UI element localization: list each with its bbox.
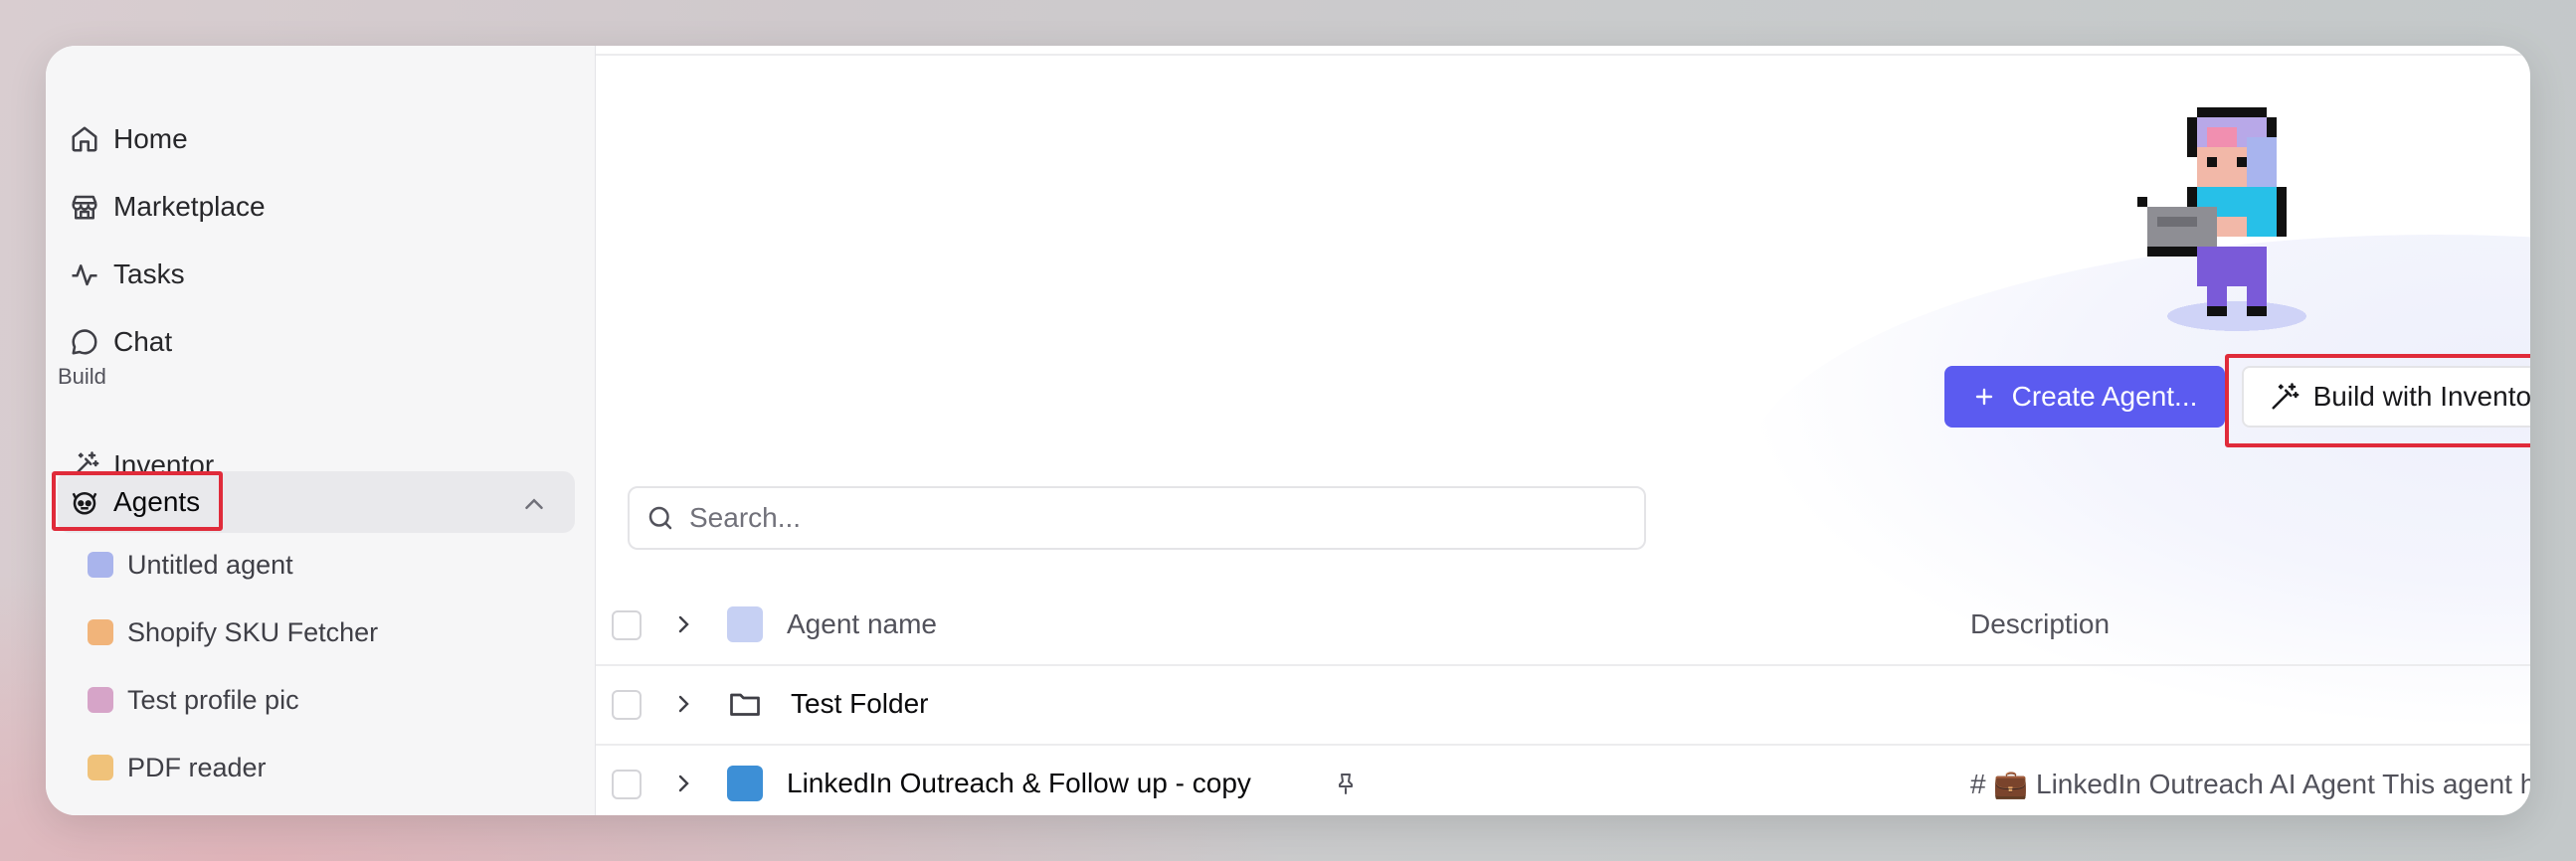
nav-agents-label: Agents (113, 486, 201, 517)
magic-wand-icon (2272, 383, 2299, 410)
column-header-agent-name[interactable]: Agent name (787, 608, 937, 640)
row-name[interactable]: Test Folder (791, 688, 929, 720)
sidebar-agent-test-profile-pic[interactable]: Test profile pic (88, 672, 299, 728)
create-agent-label: Create Agent... (2011, 381, 2198, 412)
chevron-up-icon[interactable] (519, 489, 549, 519)
chevron-right-icon[interactable] (671, 772, 695, 795)
select-all-checkbox[interactable] (612, 610, 642, 640)
nav-marketplace-label: Marketplace (113, 191, 266, 222)
main-content: Create Agent... Build with Inventor Agen… (596, 46, 2530, 815)
app-window: Home Marketplace Tasks Chat Build Invent… (46, 46, 2530, 815)
agent-avatar (88, 687, 113, 713)
table-row[interactable]: Test Folder (596, 666, 2530, 746)
pin-icon[interactable] (1334, 772, 1358, 795)
table-header: Agent name Description (596, 587, 2530, 666)
nav-marketplace[interactable]: Marketplace (58, 177, 575, 237)
section-label-build: Build (58, 364, 106, 389)
sidebar-agent-label: Test profile pic (127, 684, 299, 715)
chevron-right-icon[interactable] (671, 612, 695, 636)
sidebar-agent-label: Shopify SKU Fetcher (127, 616, 379, 647)
search-input[interactable] (689, 502, 1584, 534)
sidebar-agent-untitled[interactable]: Untitled agent (88, 537, 293, 593)
home-icon (72, 126, 97, 152)
nav-tasks-label: Tasks (113, 258, 185, 289)
chat-bubble-icon (72, 329, 97, 355)
row-name[interactable]: LinkedIn Outreach & Follow up - copy (787, 768, 1251, 799)
agent-avatar (727, 606, 763, 642)
agent-avatar (88, 619, 113, 645)
sidebar-agent-pdf-reader[interactable]: PDF reader (88, 740, 267, 795)
row-checkbox[interactable] (612, 770, 642, 799)
activity-icon (72, 264, 97, 286)
search-box[interactable] (628, 486, 1646, 550)
build-with-inventor-label: Build with Inventor (2312, 381, 2530, 412)
robot-head-icon (72, 492, 97, 515)
agent-avatar (727, 766, 763, 801)
table-row[interactable]: LinkedIn Outreach & Follow up - copy # 💼… (596, 746, 2530, 815)
divider (596, 54, 2530, 56)
nav-home[interactable]: Home (58, 109, 575, 169)
plus-icon (1975, 388, 1992, 406)
nav-agents[interactable]: Agents (58, 471, 575, 533)
sidebar-agent-label: PDF reader (127, 752, 267, 782)
pixel-mascot-illustration (2137, 107, 2306, 331)
folder-icon (730, 693, 760, 716)
agent-avatar (88, 552, 113, 578)
column-header-description[interactable]: Description (1970, 608, 2110, 640)
sidebar: Home Marketplace Tasks Chat Build Invent… (46, 46, 596, 815)
nav-tasks[interactable]: Tasks (58, 245, 575, 304)
search-icon (648, 506, 672, 530)
nav-chat[interactable]: Chat (58, 312, 575, 372)
row-checkbox[interactable] (612, 690, 642, 720)
sidebar-agent-label: Untitled agent (127, 549, 293, 580)
create-agent-button[interactable]: Create Agent... (1944, 366, 2225, 428)
nav-home-label: Home (113, 123, 188, 154)
nav-chat-label: Chat (113, 326, 173, 357)
store-icon (72, 195, 97, 220)
agent-avatar (88, 755, 113, 780)
row-description: # 💼 LinkedIn Outreach AI Agent This agen… (1970, 769, 2530, 799)
chevron-right-icon[interactable] (671, 692, 695, 716)
sidebar-agent-shopify-sku-fetcher[interactable]: Shopify SKU Fetcher (88, 604, 378, 660)
build-with-inventor-button[interactable]: Build with Inventor (2242, 366, 2530, 428)
